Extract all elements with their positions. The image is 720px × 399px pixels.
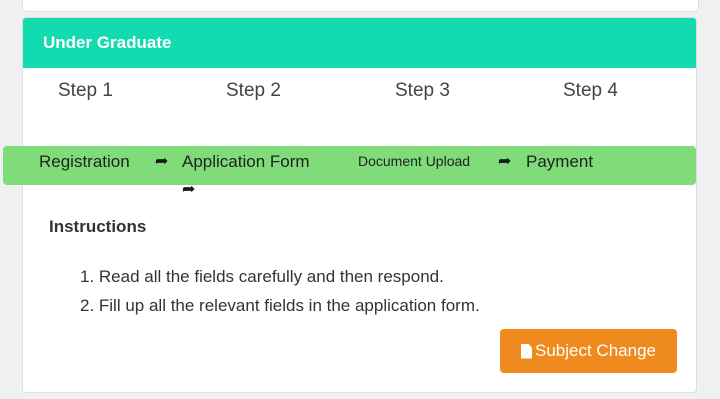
phase-document-upload[interactable]: Document Upload	[358, 153, 470, 169]
instructions-list: 1. Read all the fields carefully and the…	[80, 262, 480, 320]
phase-application-form[interactable]: Application Form	[182, 152, 310, 172]
panel-heading: Under Graduate	[23, 18, 696, 68]
file-icon	[521, 343, 532, 359]
subject-change-button[interactable]: Subject Change	[500, 329, 677, 373]
share-arrow-icon: ➦	[498, 153, 512, 170]
instruction-item: 1. Read all the fields carefully and the…	[80, 267, 444, 286]
instruction-item: 2. Fill up all the relevant fields in th…	[80, 296, 480, 315]
panel-title: Under Graduate	[43, 33, 172, 52]
phase-registration[interactable]: Registration	[39, 152, 130, 172]
instructions-title: Instructions	[49, 217, 147, 236]
step-2-label: Step 2	[226, 80, 281, 101]
phase-payment[interactable]: Payment	[526, 152, 593, 172]
step-3-label: Step 3	[395, 80, 450, 101]
share-arrow-icon: ➦	[155, 153, 169, 170]
subject-change-label: Subject Change	[535, 341, 656, 360]
step-1-label: Step 1	[58, 80, 113, 101]
previous-panel	[22, 0, 699, 12]
step-4-label: Step 4	[563, 80, 618, 101]
share-arrow-icon: ➦	[182, 181, 196, 198]
